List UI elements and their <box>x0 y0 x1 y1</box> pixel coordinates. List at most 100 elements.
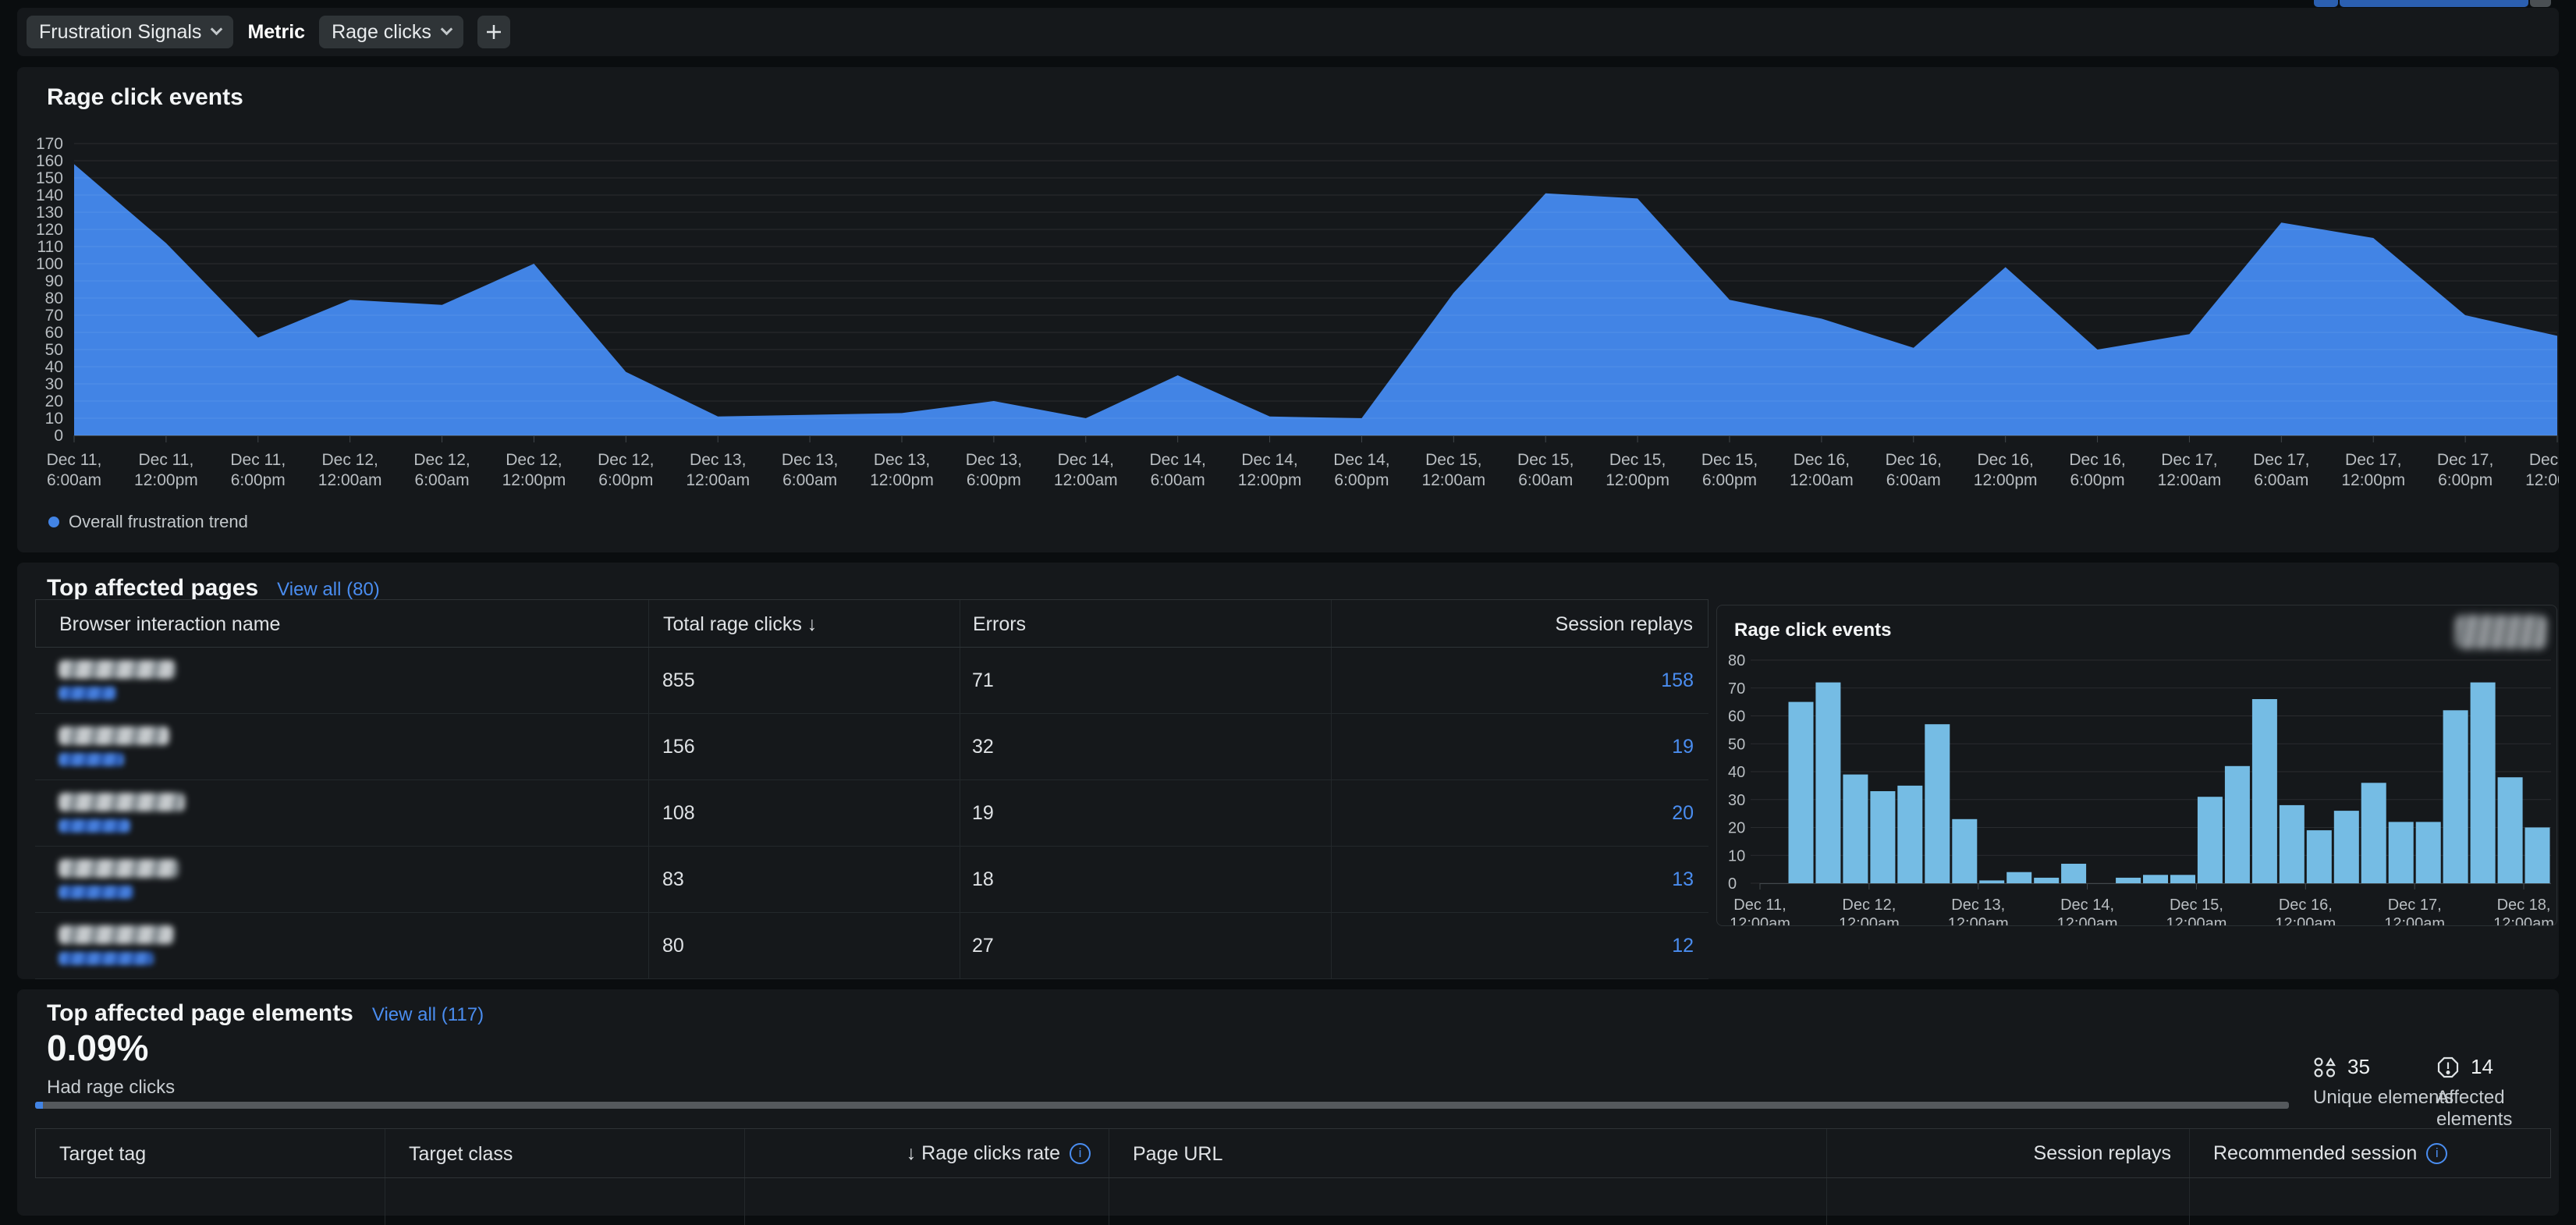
header-browser-interaction-name[interactable]: Browser interaction name <box>59 613 280 636</box>
redacted-page-link[interactable] <box>59 687 116 700</box>
header-target-class[interactable]: Target class <box>409 1143 513 1166</box>
y-axis-label: 80 <box>45 289 63 307</box>
header-errors[interactable]: Errors <box>973 613 1026 636</box>
x-axis-label: Dec 12,12:00pm <box>502 451 566 489</box>
header-session-replays[interactable]: Session replays <box>1830 1129 2171 1177</box>
x-axis-label: Dec 15,6:00pm <box>1701 451 1758 489</box>
y-axis-label: 100 <box>36 255 63 273</box>
table-row[interactable]: 85571158 <box>35 648 1708 714</box>
bar[interactable] <box>1843 775 1868 883</box>
metric-dropdown-label: Rage clicks <box>332 21 431 44</box>
y-axis-label: 30 <box>1728 792 1745 809</box>
scope-dropdown[interactable]: Frustration Signals <box>27 16 233 48</box>
redacted-interaction-name <box>59 660 176 679</box>
bar[interactable] <box>2498 777 2523 883</box>
bar[interactable] <box>2471 683 2496 883</box>
bar[interactable] <box>2061 864 2086 883</box>
session-replays-link[interactable]: 13 <box>1672 868 1694 891</box>
cutoff-tab-blue-small <box>2314 0 2338 7</box>
bar[interactable] <box>1815 683 1840 883</box>
x-axis-label: Dec 14,12:00pm <box>1238 451 1302 489</box>
table-row[interactable]: 802712 <box>35 913 1708 979</box>
bar[interactable] <box>2252 699 2277 883</box>
plus-icon <box>484 23 503 41</box>
x-axis-label: Dec 14,6:00am <box>1149 451 1205 489</box>
y-axis-label: 110 <box>37 238 63 256</box>
bar[interactable] <box>2307 830 2332 883</box>
bar[interactable] <box>2416 822 2441 883</box>
top-pages-table-body: 8557115815632191081920831813802712 <box>35 648 1708 979</box>
redacted-page-link[interactable] <box>59 753 124 766</box>
redacted-page-link[interactable] <box>59 952 154 965</box>
x-axis-label: Dec 12,12:00am <box>318 451 382 489</box>
y-axis-label: 80 <box>1728 652 1745 669</box>
metrics-toolbar: Frustration Signals Metric Rage clicks <box>17 8 2559 56</box>
header-rage-clicks-rate[interactable]: ↓ Rage clicks rate i <box>738 1129 1091 1177</box>
bar[interactable] <box>2280 805 2305 883</box>
bar[interactable] <box>2143 875 2168 883</box>
y-axis-label: 40 <box>45 358 63 376</box>
table-row[interactable] <box>35 1178 2551 1225</box>
bar[interactable] <box>1870 791 1895 883</box>
table-row[interactable]: 1563219 <box>35 714 1708 780</box>
header-session-replays[interactable]: Session replays <box>1556 613 1693 636</box>
unique-elements-label: Unique elements <box>2313 1087 2454 1109</box>
x-axis-label: Dec 18,12:00am <box>2525 451 2559 489</box>
view-all-pages-link[interactable]: View all (80) <box>277 579 380 601</box>
scope-dropdown-label: Frustration Signals <box>39 21 201 44</box>
errors-value: 32 <box>972 736 994 758</box>
bar[interactable] <box>1789 702 1814 883</box>
bar[interactable] <box>2361 783 2386 883</box>
bar[interactable] <box>2389 822 2414 883</box>
table-row[interactable]: 1081920 <box>35 780 1708 847</box>
view-all-elements-link[interactable]: View all (117) <box>372 1004 484 1026</box>
info-icon[interactable]: i <box>1070 1143 1091 1164</box>
redacted-page-link[interactable] <box>59 886 133 899</box>
redacted-interaction-name <box>59 793 185 811</box>
redacted-page-link[interactable] <box>59 819 130 833</box>
bar[interactable] <box>2443 710 2468 883</box>
y-axis-label: 140 <box>36 186 63 204</box>
x-axis-label: Dec 13,6:00am <box>782 451 838 489</box>
metric-dropdown[interactable]: Rage clicks <box>319 16 463 48</box>
top-elements-table: Target tag Target class ↓ Rage clicks ra… <box>35 1128 2551 1225</box>
bar[interactable] <box>1897 786 1922 883</box>
x-axis-label: Dec 14,6:00pm <box>1333 451 1389 489</box>
bar[interactable] <box>2034 878 2059 883</box>
area-chart[interactable]: 0102030405060708090100110120130140150160… <box>17 67 2559 552</box>
bar-chart[interactable]: 01020304050607080Dec 11,12:00amDec 12,12… <box>1717 605 2557 926</box>
metric-label: Metric <box>247 21 305 44</box>
session-replays-link[interactable]: 19 <box>1672 736 1694 758</box>
bar[interactable] <box>2334 811 2359 883</box>
legend[interactable]: Overall frustration trend <box>48 512 248 532</box>
rage-clicks-progress-bar <box>35 1102 2289 1109</box>
bar[interactable] <box>1979 880 2004 883</box>
bar[interactable] <box>1952 819 1977 883</box>
header-recommended-session-label: Recommended session <box>2213 1142 2417 1165</box>
header-recommended-session[interactable]: Recommended session i <box>2213 1129 2447 1177</box>
header-page-url[interactable]: Page URL <box>1133 1143 1222 1166</box>
bar[interactable] <box>2225 766 2250 883</box>
bar[interactable] <box>2170 875 2195 883</box>
info-icon[interactable]: i <box>2426 1143 2447 1164</box>
x-axis-label: Dec 14,12:00am <box>2057 897 2118 926</box>
bar[interactable] <box>1925 724 1950 883</box>
legend-label: Overall frustration trend <box>69 512 248 532</box>
affected-elements-label: Affected elements <box>2436 1087 2559 1131</box>
y-axis-label: 0 <box>54 427 63 445</box>
bar[interactable] <box>2198 797 2223 883</box>
header-target-tag[interactable]: Target tag <box>59 1143 146 1166</box>
add-metric-button[interactable] <box>477 16 510 48</box>
bar[interactable] <box>2007 872 2031 883</box>
session-replays-link[interactable]: 20 <box>1672 802 1694 825</box>
x-axis-label: Dec 13,12:00pm <box>870 451 934 489</box>
bar[interactable] <box>2525 828 2550 884</box>
session-replays-link[interactable]: 158 <box>1661 669 1694 692</box>
bar[interactable] <box>2116 878 2141 883</box>
table-row[interactable]: 831813 <box>35 847 1708 913</box>
session-replays-link[interactable]: 12 <box>1672 935 1694 957</box>
header-total-rage-clicks[interactable]: Total rage clicks ↓ <box>663 613 817 636</box>
x-axis-label: Dec 17,12:00am <box>2158 451 2222 489</box>
area-series[interactable] <box>74 164 2557 435</box>
x-axis-label: Dec 15,12:00am <box>1421 451 1485 489</box>
